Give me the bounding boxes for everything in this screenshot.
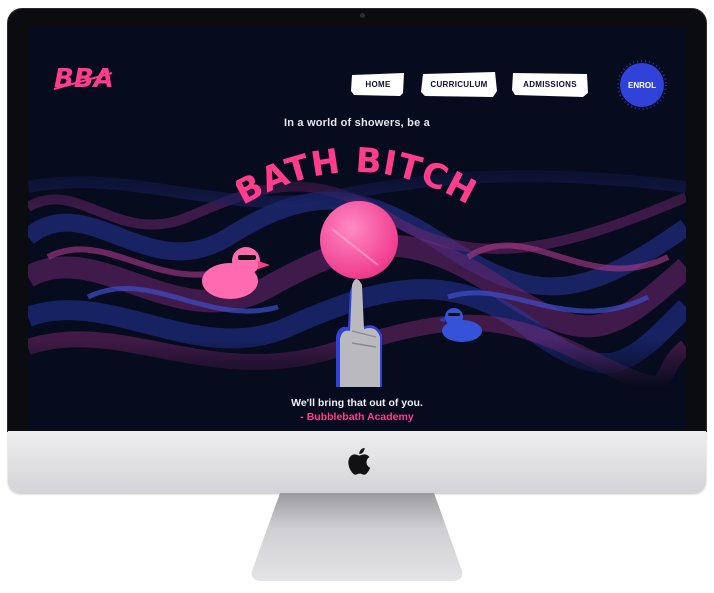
- hero-signature: - Bubblebath Academy: [300, 411, 414, 423]
- monitor-frame: BBA HOME CURRICULUM ADMISSIONS ENROL In …: [8, 9, 706, 431]
- nav-home-button[interactable]: HOME: [350, 71, 406, 98]
- finger-icon: [336, 279, 382, 387]
- nav-home-label: HOME: [365, 80, 391, 89]
- rubber-duck-pink-icon: [202, 247, 270, 299]
- website-screen: BBA HOME CURRICULUM ADMISSIONS ENROL In …: [28, 27, 686, 431]
- enrol-button[interactable]: ENROL: [616, 59, 668, 111]
- hero-tagline: In a world of showers, be a: [284, 117, 430, 129]
- hero-footer-line: We'll bring that out of you.: [291, 397, 423, 409]
- nav-curriculum-label: CURRICULUM: [430, 80, 488, 89]
- monitor-stand: [251, 493, 463, 581]
- camera-icon: [360, 13, 365, 18]
- apple-logo-icon: [348, 447, 371, 475]
- bath-bomb-ball: [320, 201, 398, 279]
- logo-text: BBA: [54, 64, 114, 94]
- enrol-label: ENROL: [628, 80, 656, 90]
- nav-admissions-label: ADMISSIONS: [523, 80, 577, 89]
- monitor-chin: [8, 431, 706, 493]
- nav-admissions-button[interactable]: ADMISSIONS: [511, 71, 589, 98]
- nav-curriculum-button[interactable]: CURRICULUM: [420, 71, 498, 98]
- rubber-duck-blue-icon: [440, 308, 482, 342]
- bba-logo[interactable]: BBA: [52, 59, 118, 95]
